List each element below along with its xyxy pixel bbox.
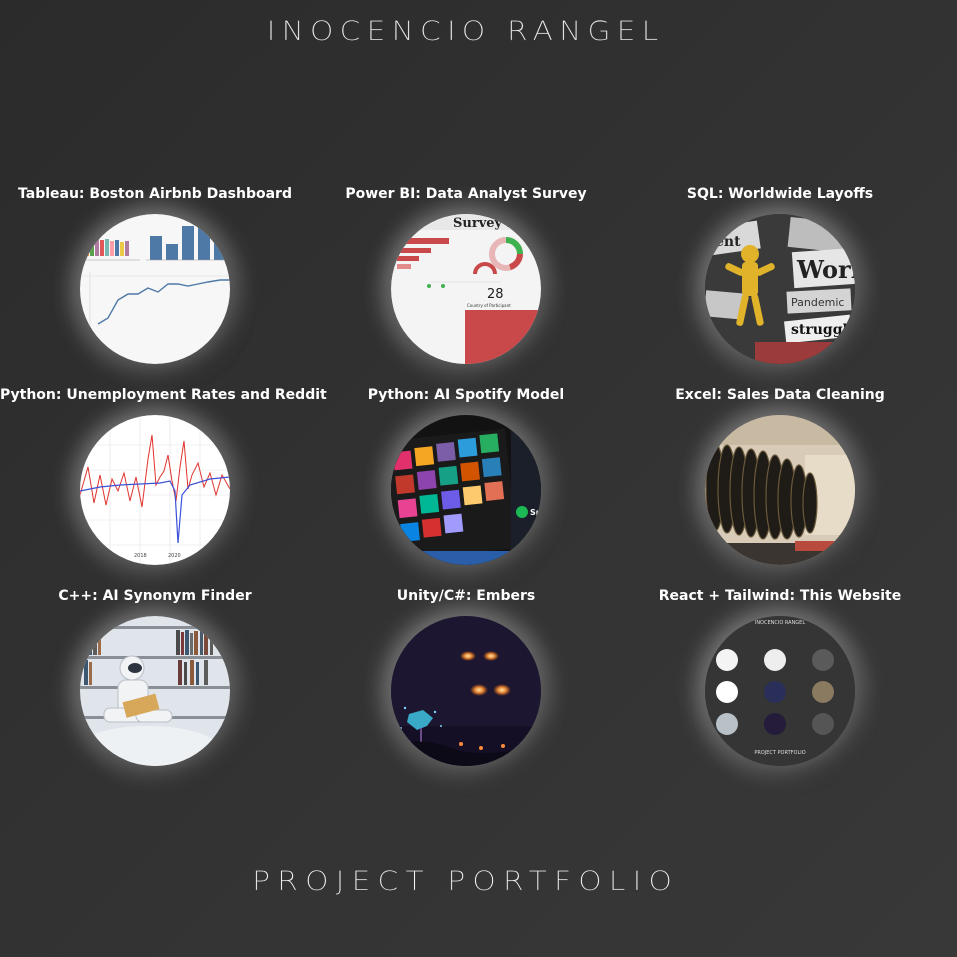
tire-rack-thumbnail[interactable] [705,415,855,565]
project-card-react[interactable]: React + Tailwind: This Website INOCENCIO… [625,586,935,766]
python-line-chart-thumbnail[interactable]: 2018 2020 [80,415,230,565]
robot-reading-thumbnail[interactable] [80,616,230,766]
layoffs-collage-thumbnail[interactable]: Work struggle Pandemic ent [705,214,855,364]
project-card-unity[interactable]: Unity/C#: Embers [311,586,621,766]
project-card-excel[interactable]: Excel: Sales Data Cleaning [625,385,935,565]
project-title: C++: AI Synonym Finder [58,588,252,604]
embers-game-thumbnail[interactable] [391,616,541,766]
thumb-word: Pandemic [791,296,844,309]
thumb-brand: Sp [530,508,541,517]
project-title: React + Tailwind: This Website [658,588,902,604]
website-preview-thumbnail[interactable]: INOCENCIO RANGEL PROJECT PORTFOLIO [705,616,855,766]
thumb-caption: Country of Participant [467,303,511,308]
thumb-axis-label: 2018 [134,553,147,559]
footer-title: Project Portfolio [252,865,679,898]
portfolio-page: Inocencio Rangel Tableau: Boston Airbnb … [0,0,957,957]
project-title: Excel: Sales Data Cleaning [675,387,885,403]
project-card-python-spotify[interactable]: Python: AI Spotify Model Sp [311,385,621,565]
thumb-number: 28 [487,287,504,302]
project-card-tableau[interactable]: Tableau: Boston Airbnb Dashboard [0,184,310,364]
thumb-axis-label: 2020 [168,553,181,559]
project-card-sql[interactable]: SQL: Worldwide Layoffs Work struggle Pan… [625,184,935,364]
project-card-python-unemployment[interactable]: Python: Unemployment Rates and Reddit 20… [0,385,327,565]
powerbi-survey-thumbnail[interactable]: Survey Br 28 Country of Participant [391,214,541,364]
site-title: Inocencio Rangel [266,15,665,48]
project-card-powerbi[interactable]: Power BI: Data Analyst Survey Survey Br [311,184,621,364]
thumb-preview-title: INOCENCIO RANGEL [755,620,805,626]
project-title: SQL: Worldwide Layoffs [686,186,874,202]
project-title: Tableau: Boston Airbnb Dashboard [18,186,292,202]
thumb-word: struggle [791,322,855,338]
thumb-heading: Survey Br [453,216,525,231]
tableau-dashboard-thumbnail[interactable] [80,214,230,364]
thumb-word: ent [715,234,741,250]
project-title: Python: AI Spotify Model [367,387,565,403]
project-title: Python: Unemployment Rates and Reddit [0,387,327,403]
thumb-word: Work [796,255,855,284]
project-title: Unity/C#: Embers [396,588,536,604]
spotify-screen-thumbnail[interactable]: Sp [391,415,541,565]
project-card-cpp[interactable]: C++: AI Synonym Finder [0,586,310,766]
thumb-preview-footer: PROJECT PORTFOLIO [754,750,805,756]
project-title: Power BI: Data Analyst Survey [345,186,587,202]
